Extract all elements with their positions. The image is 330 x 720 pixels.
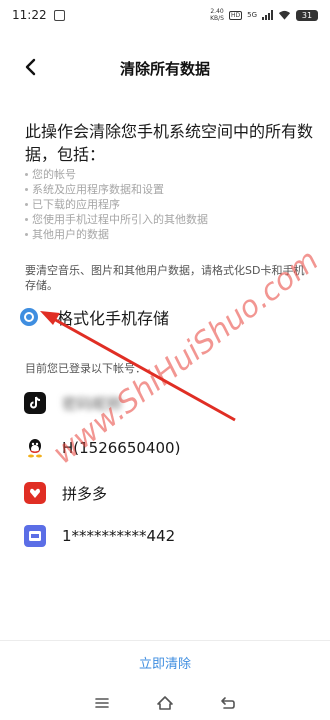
account-name: H(1526650400) <box>62 439 181 457</box>
list-item: 其他用户的数据 <box>25 227 315 242</box>
notification-icon <box>53 9 65 21</box>
bullet-icon <box>25 233 28 236</box>
home-icon <box>157 696 173 710</box>
account-row: 拼多多 <box>24 480 314 506</box>
status-icons: 2.40 KB/S HD 5G 31 <box>210 8 318 22</box>
account-row: 1**********442 <box>24 523 314 549</box>
header: 清除所有数据 <box>0 48 330 86</box>
account-name: 拼多多 <box>62 484 108 503</box>
home-button[interactable] <box>155 693 175 713</box>
message-icon <box>24 525 46 547</box>
list-item: 系统及应用程序数据和设置 <box>25 182 315 197</box>
battery-icon: 31 <box>296 9 318 21</box>
accounts-title: 目前您已登录以下帐号： <box>25 362 146 375</box>
menu-icon <box>94 698 109 708</box>
intro-text: 此操作会清除您手机系统空间中的所有数据，包括： <box>25 122 314 164</box>
account-name: 1**********442 <box>62 527 176 545</box>
account-row: 密码昵称 <box>24 390 314 416</box>
system-nav-bar <box>0 686 330 720</box>
network-type: 5G <box>247 11 257 19</box>
page-title: 清除所有数据 <box>119 60 210 78</box>
list-item: 您使用手机过程中所引入的其他数据 <box>25 212 315 227</box>
net-speed-value: 2.40 <box>210 8 224 15</box>
back-nav-button[interactable] <box>218 693 238 713</box>
bullet-icon <box>25 173 28 176</box>
status-bar: 11:22 2.40 KB/S HD 5G 31 <box>0 0 330 30</box>
format-storage-label: 格式化手机存储 <box>57 309 170 328</box>
sd-note: 要清空音乐、图片和其他用户数据，请格式化SD卡和手机存储。 <box>25 264 305 292</box>
net-speed: 2.40 KB/S <box>210 8 224 22</box>
format-storage-option[interactable]: 格式化手机存储 <box>20 302 310 332</box>
list-item: 已下载的应用程序 <box>25 197 315 212</box>
wifi-icon <box>278 10 291 20</box>
bullet-icon <box>25 218 28 221</box>
account-name: 密码昵称 <box>62 394 123 413</box>
data-item-list: 您的帐号 系统及应用程序数据和设置 已下载的应用程序 您使用手机过程中所引入的其… <box>25 167 315 242</box>
list-item: 您的帐号 <box>25 167 315 182</box>
signal-icon <box>262 10 273 20</box>
return-icon <box>221 697 236 709</box>
bullet-icon <box>25 203 28 206</box>
status-time: 11:22 <box>12 8 47 22</box>
radio-button[interactable] <box>20 308 38 326</box>
hd-badge: HD <box>228 10 243 20</box>
net-speed-unit: KB/S <box>210 15 224 22</box>
pinduoduo-icon <box>24 482 46 504</box>
account-row: H(1526650400) <box>24 435 314 461</box>
clear-now-button[interactable]: 立即清除 <box>0 653 330 672</box>
bullet-icon <box>25 188 28 191</box>
tiktok-icon <box>24 392 46 414</box>
menu-button[interactable] <box>92 693 112 713</box>
qq-icon <box>24 437 46 459</box>
action-bar: 立即清除 <box>0 640 330 684</box>
